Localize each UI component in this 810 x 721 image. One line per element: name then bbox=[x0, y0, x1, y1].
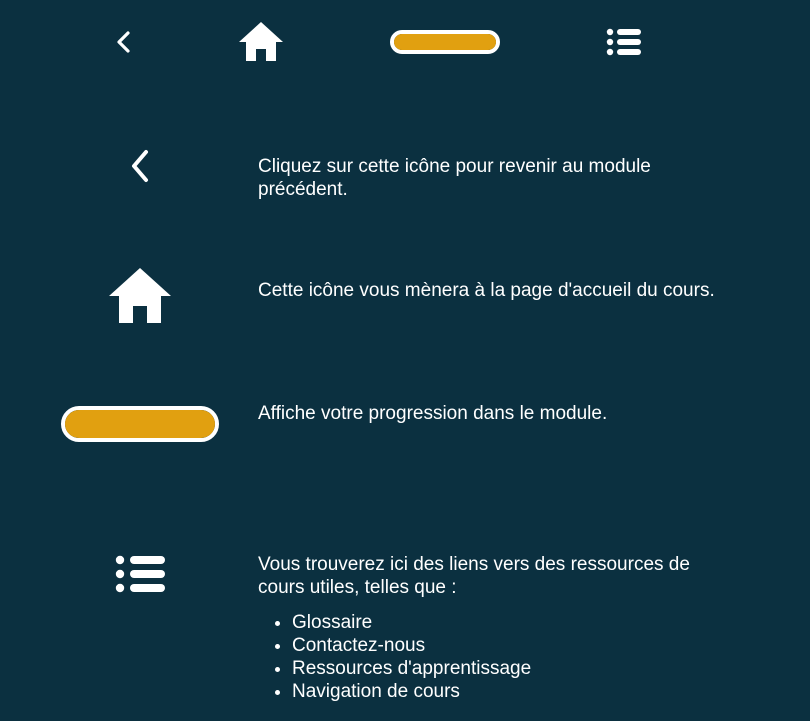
help-text: Vous trouverez ici des liens vers des re… bbox=[258, 554, 690, 598]
help-text: Cliquez sur cette icône pour revenir au … bbox=[258, 156, 651, 200]
list-item: Ressources d'apprentissage bbox=[292, 657, 728, 680]
home-button[interactable] bbox=[238, 20, 284, 62]
chevron-left-icon bbox=[117, 31, 130, 53]
help-item-home-text: Cette icône vous mènera à la page d'accu… bbox=[258, 279, 728, 302]
help-text: Affiche votre progression dans le module… bbox=[258, 403, 608, 424]
list-item: Contactez-nous bbox=[292, 634, 728, 657]
menu-button[interactable] bbox=[604, 26, 644, 58]
help-item-menu-text: Vous trouverez ici des liens vers des re… bbox=[258, 553, 728, 703]
progress-bar-fill bbox=[65, 410, 215, 438]
progress-bar-fill bbox=[394, 34, 496, 50]
help-item-menu bbox=[112, 552, 168, 596]
top-navigation-bar bbox=[0, 0, 810, 84]
help-item-back-text: Cliquez sur cette icône pour revenir au … bbox=[258, 155, 728, 201]
home-icon bbox=[109, 268, 171, 323]
help-text: Cette icône vous mènera à la page d'accu… bbox=[258, 280, 715, 301]
help-item-home bbox=[108, 266, 172, 324]
resource-list: Glossaire Contactez-nous Ressources d'ap… bbox=[258, 611, 728, 703]
help-item-progress-text: Affiche votre progression dans le module… bbox=[258, 402, 728, 425]
list-item: Glossaire bbox=[292, 611, 728, 634]
list-item: Navigation de cours bbox=[292, 680, 728, 703]
home-icon bbox=[239, 22, 283, 61]
progress-bar bbox=[390, 30, 500, 54]
help-back-icon-wrap bbox=[124, 148, 158, 184]
list-icon bbox=[115, 555, 165, 593]
list-icon bbox=[606, 28, 641, 56]
help-progress-bar bbox=[61, 406, 219, 442]
back-button[interactable] bbox=[108, 26, 140, 58]
chevron-left-icon bbox=[132, 150, 148, 182]
